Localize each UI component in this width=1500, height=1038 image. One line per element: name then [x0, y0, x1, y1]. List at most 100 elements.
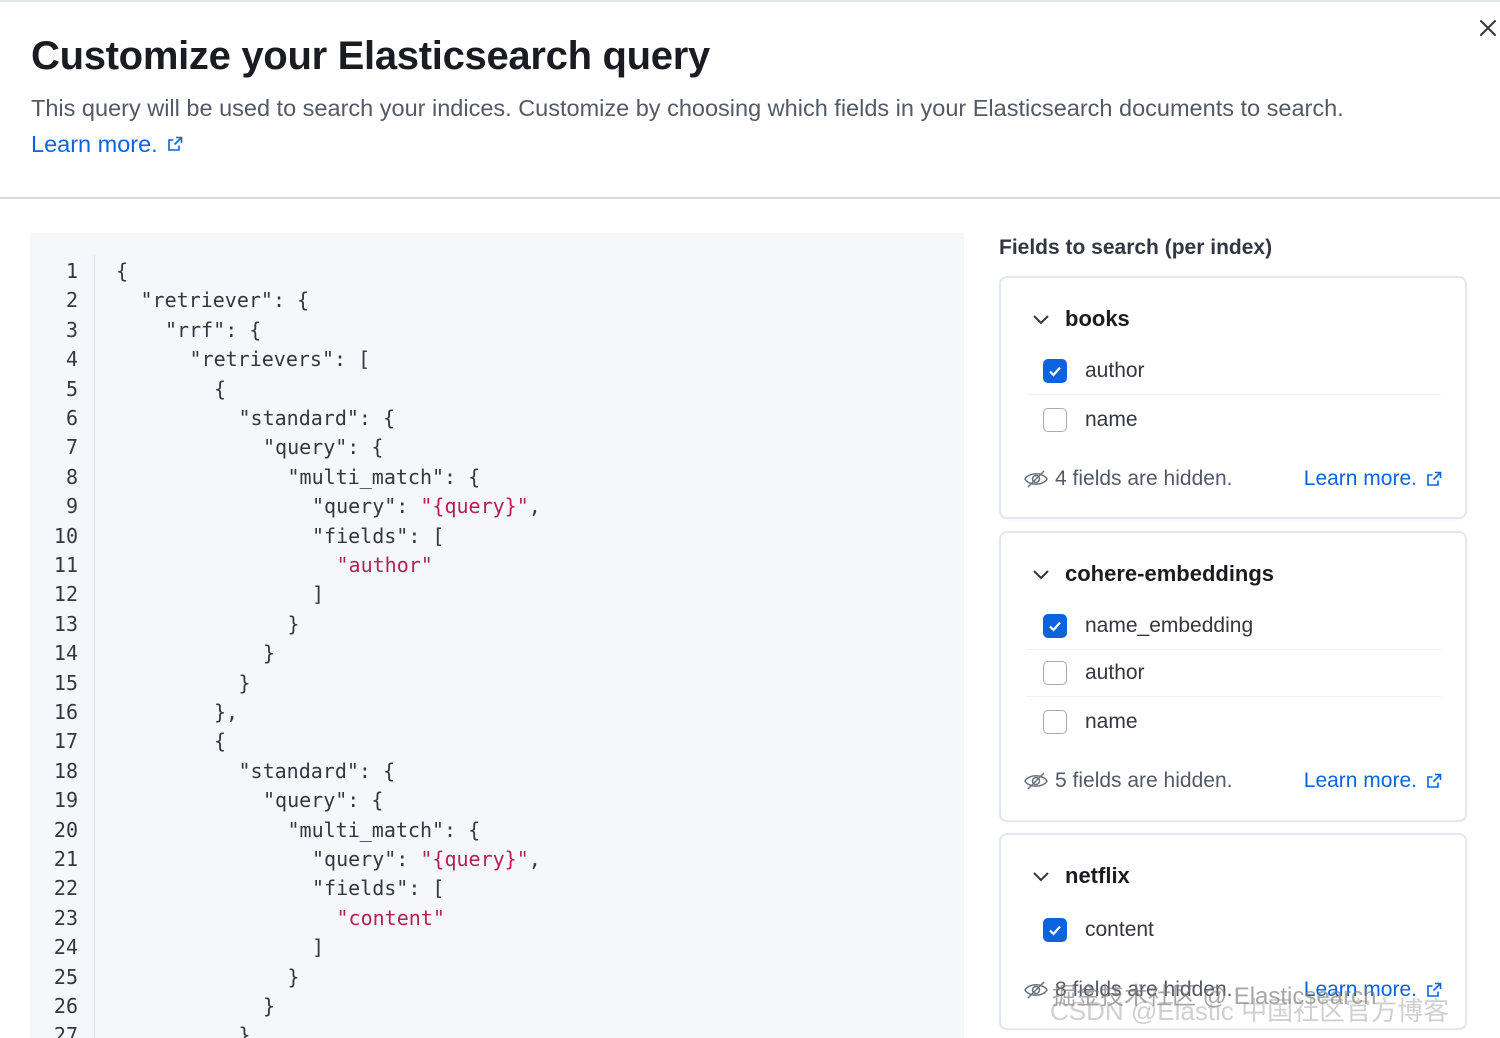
index-toggle-netflix[interactable]: netflix: [1031, 863, 1130, 889]
code-token: "standard": {: [238, 406, 396, 430]
code-line: "multi_match": {: [288, 463, 481, 492]
learn-more-link[interactable]: Learn more.: [31, 128, 184, 160]
field-checkbox[interactable]: [1043, 359, 1067, 383]
code-line: ]: [312, 933, 324, 962]
index-toggle-cohere-embeddings[interactable]: cohere-embeddings: [1031, 561, 1274, 587]
field-row-author[interactable]: author: [1027, 650, 1441, 697]
field-row-author[interactable]: author: [1027, 348, 1441, 395]
line-number: 26: [53, 994, 78, 1018]
line-number: 4: [65, 347, 78, 372]
code-token: ]: [312, 935, 325, 960]
code-token: {: [214, 729, 227, 754]
code-string: "{query}": [420, 494, 529, 519]
eye-closed-icon: [1024, 772, 1048, 790]
code-token: "standard": {: [238, 758, 396, 783]
field-row-name[interactable]: name: [1027, 396, 1441, 443]
learn-more-link[interactable]: Learn more.: [1304, 467, 1443, 491]
field-label: author: [1085, 661, 1145, 684]
line-number: 16: [53, 700, 78, 724]
code-line: }: [239, 1021, 251, 1038]
line-number: 2: [65, 288, 78, 313]
hidden-fields-text: 4 fields are hidden.: [1055, 467, 1233, 490]
field-checkbox[interactable]: [1043, 709, 1067, 734]
code-token: "rrf": {: [165, 317, 262, 342]
check-icon: [1049, 925, 1061, 936]
line-number: 6: [65, 406, 78, 430]
field-label: name_embedding: [1085, 614, 1254, 637]
code-token: {: [214, 376, 227, 401]
index-card-books: books author name 4 fields are hidden. L…: [999, 276, 1467, 519]
code-line: "multi_match": {: [288, 816, 481, 845]
field-checkbox[interactable]: [1043, 917, 1067, 942]
hidden-fields-row: 8 fields are hidden. Learn more.: [1023, 975, 1443, 1005]
code-line: },: [214, 698, 238, 727]
code-line: "query": {: [263, 786, 383, 815]
code-line: "standard": {: [239, 404, 396, 433]
line-number: 25: [53, 964, 78, 989]
field-label: name: [1085, 709, 1138, 733]
line-number: 7: [65, 435, 78, 460]
index-name: cohere-embeddings: [1065, 561, 1275, 586]
eye-closed-icon: [1024, 981, 1048, 999]
line-number: 3: [65, 317, 78, 342]
fields-panel-title: Fields to search (per index): [999, 236, 1273, 259]
hidden-fields-text: 8 fields are hidden.: [1055, 978, 1233, 1001]
field-row-name[interactable]: name: [1027, 698, 1441, 745]
code-token: "retriever": {: [140, 288, 310, 313]
line-number: 1: [65, 259, 78, 283]
line-number: 9: [65, 494, 78, 519]
external-link-icon: [167, 136, 183, 151]
field-row-content[interactable]: content: [1027, 906, 1441, 953]
line-number: 14: [53, 641, 78, 666]
line-number: 5: [65, 376, 78, 401]
code-line: }: [288, 963, 300, 992]
code-line: "author": [337, 551, 433, 580]
field-checkbox[interactable]: [1043, 407, 1067, 432]
modal-header: Customize your Elasticsearch query This …: [31, 32, 1461, 160]
line-number: 24: [53, 935, 78, 960]
code-token: }: [263, 994, 276, 1018]
learn-more-link[interactable]: Learn more.: [1304, 769, 1443, 793]
hidden-fields-row: 5 fields are hidden. Learn more.: [1023, 766, 1443, 796]
modal-subtitle: This query will be used to search your i…: [31, 95, 1344, 121]
code-token: "query": {: [263, 435, 384, 460]
code-line: "standard": {: [239, 757, 396, 786]
query-code-editor[interactable]: 1 2 3 4 5 6 7 8 9 10 11 12 13 14 15 16 17 18 19 20 21 22 23 24 2…: [30, 233, 964, 1038]
code-token: "fields": [: [312, 876, 445, 901]
index-card-cohere-embeddings: cohere-embeddings name_embedding author …: [999, 531, 1467, 822]
index-card-netflix: netflix content 8 fields are hidden. Lea…: [999, 833, 1467, 1030]
external-link-icon: [1427, 982, 1442, 997]
line-number: 27: [53, 1023, 78, 1038]
hidden-fields-text: 5 fields are hidden.: [1055, 769, 1233, 792]
header-divider: [0, 197, 1500, 199]
line-number: 12: [53, 582, 78, 607]
learn-more-link[interactable]: Learn more.: [1304, 978, 1443, 1002]
chevron-down-icon: [1033, 315, 1049, 325]
field-row-name-embedding[interactable]: name_embedding: [1027, 603, 1441, 650]
code-line: {: [214, 727, 226, 756]
code-line: ]: [312, 580, 324, 609]
code-token: "multi_match": {: [287, 464, 481, 489]
field-checkbox[interactable]: [1043, 661, 1067, 685]
code-line: "rrf": {: [165, 316, 261, 345]
learn-more-label: Learn more.: [1303, 769, 1417, 792]
field-checkbox[interactable]: [1043, 614, 1067, 638]
code-line: }: [239, 669, 251, 698]
index-name: netflix: [1065, 863, 1130, 888]
code-token: "multi_match": {: [287, 817, 481, 842]
learn-more-label: Learn more.: [31, 131, 158, 157]
modal-top-border: [0, 0, 1500, 2]
code-line: "query": {: [263, 433, 383, 462]
code-line: "content": [337, 904, 445, 933]
code-token: }: [238, 1023, 251, 1038]
index-toggle-books[interactable]: books: [1031, 306, 1130, 332]
close-button[interactable]: [1474, 14, 1500, 42]
learn-more-label: Learn more.: [1303, 467, 1417, 490]
code-line: "fields": [: [312, 874, 444, 903]
close-icon: [1480, 20, 1496, 36]
check-icon: [1049, 366, 1061, 377]
code-token: "query": {: [263, 788, 384, 813]
code-line: "retrievers": [: [190, 345, 371, 374]
code-token: "query":: [312, 847, 421, 871]
code-string: "{query}": [420, 847, 529, 871]
